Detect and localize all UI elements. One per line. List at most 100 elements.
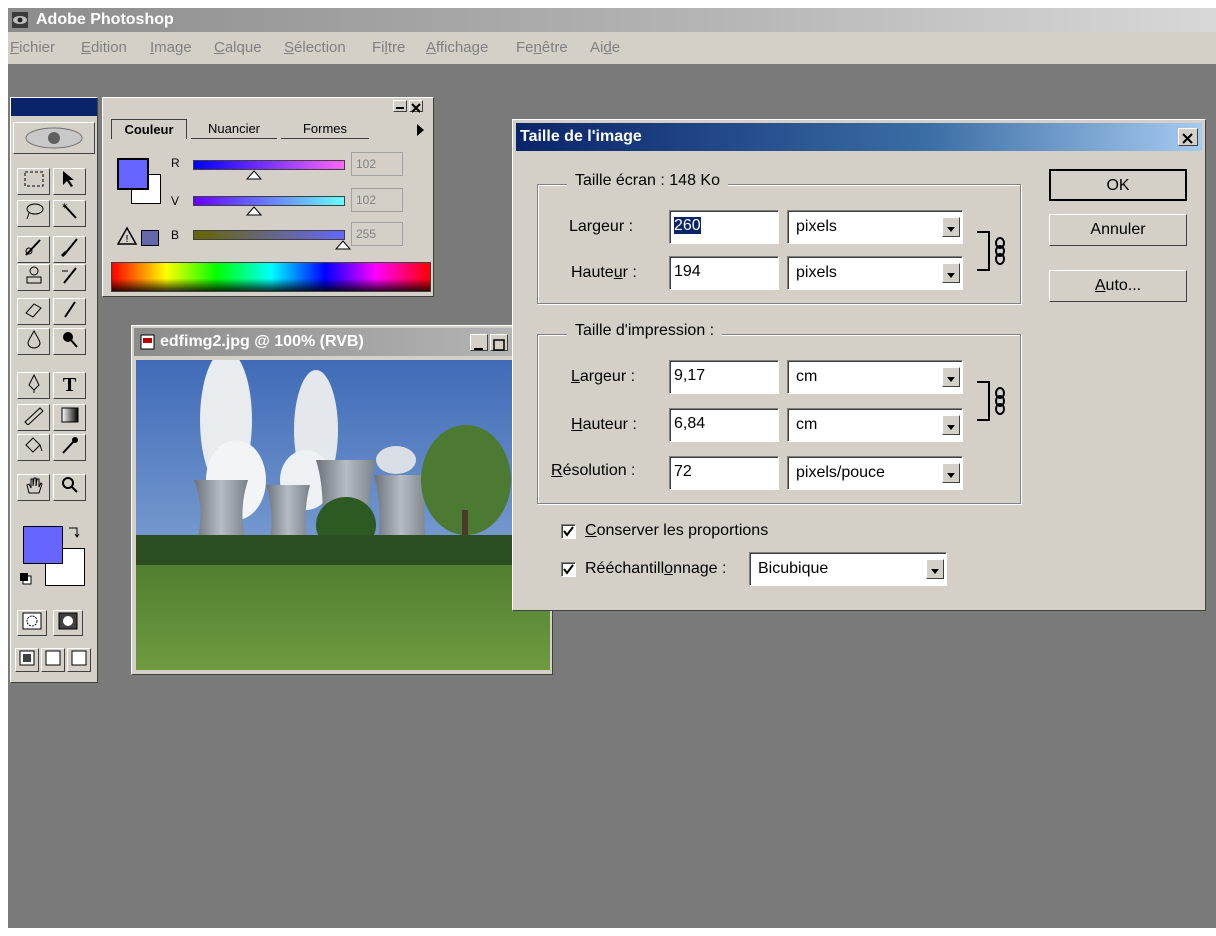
slider-v-value[interactable]: 102 [351,188,403,212]
dropdown-arrow-icon[interactable] [926,559,944,579]
menu-calque[interactable]: Calque [214,39,262,56]
history-brush-tool[interactable] [53,264,86,291]
adobe-eye-button[interactable] [13,122,95,154]
print-height-unit-select[interactable]: cm [787,408,963,442]
blur-tool[interactable] [17,328,50,355]
foreground-color-overlay [23,526,63,564]
document-minimize-button[interactable] [470,334,488,351]
resolution-input[interactable]: 72 [669,456,779,490]
svg-text:!: ! [125,234,129,245]
slider-r-track[interactable] [193,160,345,170]
menu-filtre[interactable]: Filtre [372,39,405,56]
print-width-input[interactable]: 9,17 [669,360,779,394]
pixel-height-input[interactable]: 194 [669,256,779,290]
palette-foreground-swatch[interactable] [117,158,149,190]
swap-colors-icon[interactable] [67,524,81,538]
pixel-width-input[interactable]: 260 [669,210,779,244]
slider-b-value[interactable]: 255 [351,222,403,246]
slider-b-track[interactable] [193,230,345,240]
palette-close-button[interactable] [409,100,423,113]
dropdown-arrow-icon[interactable] [942,217,960,237]
type-tool[interactable]: T [53,372,86,399]
checkmark-icon [563,564,574,575]
menu-image[interactable]: Image [150,39,192,56]
print-height-input[interactable]: 6,84 [669,408,779,442]
tab-nuancier[interactable]: Nuancier [191,119,277,139]
zoom-tool[interactable] [53,474,86,501]
constrain-proportions-checkbox[interactable] [561,524,576,539]
pixel-height-unit-select[interactable]: pixels [787,256,963,290]
screen-standard-icon [19,650,35,666]
document-maximize-button[interactable] [490,334,508,351]
pixel-width-unit-select[interactable]: pixels [787,210,963,244]
slider-v-track[interactable] [193,196,345,206]
toolbox-titlebar[interactable] [11,98,97,116]
slider-b-thumb[interactable] [335,240,351,250]
dropdown-arrow-icon[interactable] [942,263,960,283]
image-size-dialog: Taille de l'image Taille écran : 148 Ko … [512,119,1206,611]
measure-tool[interactable] [17,404,50,431]
eraser-tool[interactable] [17,298,50,325]
eyedropper-tool[interactable] [53,434,86,461]
magic-wand-tool[interactable]: ✶ [53,200,86,227]
slider-v-thumb[interactable] [246,206,262,216]
gamut-color-swatch[interactable] [141,230,159,246]
dialog-titlebar[interactable]: Taille de l'image [516,123,1202,151]
palette-minimize-button[interactable] [393,100,407,112]
screen-full-menu-icon [45,650,61,666]
screen-full-icon [71,650,87,666]
menu-aide[interactable]: Aide [590,39,620,56]
print-height-label: Hauteur : [571,416,637,433]
airbrush-tool[interactable] [17,236,50,263]
menu-affichage[interactable]: Affichage [426,39,488,56]
menu-selection[interactable]: Sélection [284,39,346,56]
slider-r-thumb[interactable] [246,170,262,180]
hand-tool[interactable] [17,474,50,501]
ok-button[interactable]: OK [1049,169,1187,201]
marquee-tool[interactable] [17,168,50,195]
dialog-close-button[interactable] [1178,128,1198,146]
document-titlebar[interactable]: edfimg2.jpg @ 100% (RVB) [134,328,550,356]
screen-size-group-title: Taille écran : 148 Ko [567,172,728,190]
standard-mode-button[interactable] [17,610,47,636]
cancel-button[interactable]: Annuler [1049,214,1187,246]
auto-button[interactable]: Auto... [1049,270,1187,302]
screen-mode-full[interactable] [67,648,91,672]
print-width-unit-select[interactable]: cm [787,360,963,394]
screen-mode-full-menu[interactable] [41,648,65,672]
screen-mode-standard[interactable] [15,648,39,672]
constrain-proportions-label[interactable]: Conserver les proportions [585,522,768,540]
palette-menu-arrow-icon[interactable] [415,123,425,137]
dodge-tool[interactable] [53,328,86,355]
lasso-tool[interactable] [17,200,50,227]
slider-r-value[interactable]: 102 [351,152,403,176]
resample-method-select[interactable]: Bicubique [749,552,947,586]
paint-bucket-tool[interactable] [17,434,50,461]
tab-formes[interactable]: Formes [281,119,369,139]
quickmask-mode-button[interactable] [53,610,83,636]
move-tool[interactable] [53,168,86,195]
stamp-tool[interactable] [17,264,50,291]
hand-icon [25,477,43,494]
default-colors-icon[interactable] [19,572,33,586]
menu-edition[interactable]: Edition [81,39,127,56]
color-spectrum-bar[interactable] [111,262,431,292]
brush-tool[interactable] [53,236,86,263]
close-icon [411,103,421,113]
resolution-unit-select[interactable]: pixels/pouce [787,456,963,490]
checkmark-icon [563,526,574,537]
resample-label[interactable]: Rééchantillonnage : [585,560,726,578]
slider-r-label: R [171,156,180,170]
gradient-tool[interactable] [53,404,86,431]
pencil-tool[interactable] [53,298,86,325]
tab-couleur[interactable]: Couleur [111,119,187,139]
resample-checkbox[interactable] [561,562,576,577]
dropdown-arrow-icon[interactable] [942,415,960,435]
pen-tool[interactable] [17,372,50,399]
dropdown-arrow-icon[interactable] [942,463,960,483]
menu-fichier[interactable]: Fichier [10,39,55,56]
palette-titlebar[interactable] [103,98,433,114]
stamp-icon [26,266,41,284]
dropdown-arrow-icon[interactable] [942,367,960,387]
menu-fenetre[interactable]: Fenêtre [516,39,568,56]
